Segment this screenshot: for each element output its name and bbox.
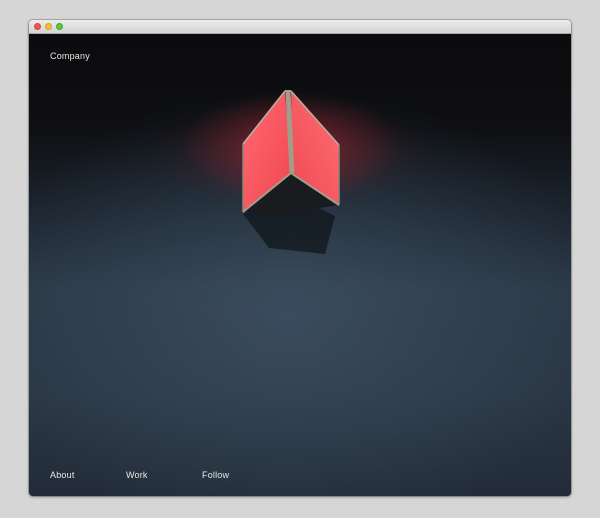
company-logo-link[interactable]: Company (50, 51, 90, 61)
nav-link-follow[interactable]: Follow (202, 470, 229, 480)
nav-link-work[interactable]: Work (126, 470, 148, 480)
zoom-window-icon[interactable] (56, 23, 63, 30)
browser-window: Company About Work Follow (29, 20, 571, 496)
nav-link-about[interactable]: About (50, 470, 75, 480)
window-titlebar (29, 20, 571, 34)
hero-image (181, 90, 401, 254)
close-window-icon[interactable] (34, 23, 41, 30)
page-content: Company About Work Follow (29, 34, 571, 496)
minimize-window-icon[interactable] (45, 23, 52, 30)
